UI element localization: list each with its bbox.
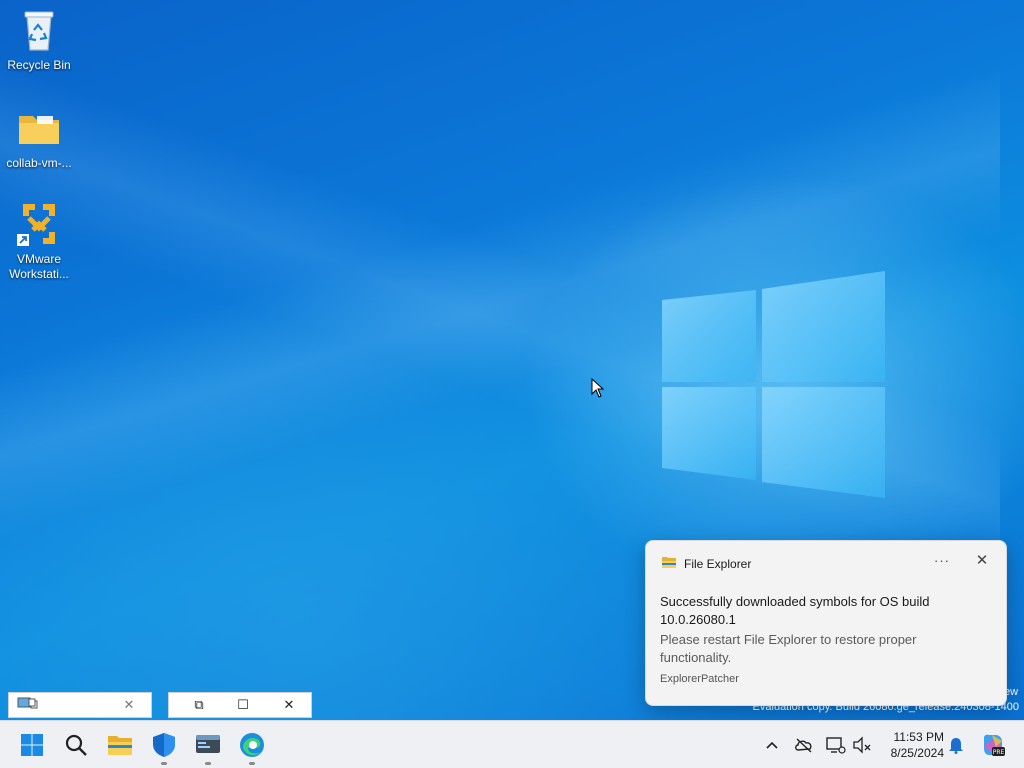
desktop-icon-recycle-bin[interactable]: Recycle Bin (1, 6, 77, 73)
edge-icon (240, 733, 264, 757)
clock-time: 11:53 PM (893, 730, 944, 744)
desktop-wallpaper: Recycle Bin collab-vm-... VMware Worksta… (0, 0, 1024, 720)
close-window-button[interactable]: ✕ (279, 696, 299, 714)
show-hidden-icons-chevron-icon[interactable] (762, 735, 782, 755)
taskbar-windows-security[interactable] (148, 729, 180, 765)
restore-window-button[interactable]: ⧉ (189, 696, 209, 714)
search-icon (65, 734, 87, 756)
close-notification-button[interactable]: ✕ (974, 553, 990, 569)
desktop-icon-label-line1: VMware (16, 252, 61, 266)
notification-title: Successfully downloaded symbols for OS b… (660, 594, 930, 627)
taskbar: 11:53 PM 8/25/2024 PRE (0, 720, 1024, 768)
start-button[interactable] (16, 729, 48, 761)
folder-icon (15, 104, 63, 152)
notification-body: Please restart File Explorer to restore … (660, 632, 917, 665)
display-icon[interactable] (826, 735, 846, 755)
running-indicator (161, 762, 167, 765)
desktop-icon-label: Recycle Bin (7, 58, 71, 72)
minimized-window-1[interactable]: ✕ (8, 692, 152, 718)
shield-icon (153, 733, 175, 757)
notification-header: File Explorer (662, 556, 751, 571)
volume-icon[interactable] (852, 735, 872, 755)
close-window-button[interactable]: ✕ (119, 696, 139, 714)
network-disconnected-icon[interactable] (794, 735, 814, 755)
notification-toast[interactable]: File Explorer ··· ✕ Successfully downloa… (645, 540, 1007, 706)
taskbar-clock[interactable]: 11:53 PM 8/25/2024 (878, 729, 944, 761)
notification-bell-icon[interactable] (946, 735, 966, 755)
taskbar-file-explorer[interactable] (104, 729, 136, 761)
running-indicator (205, 762, 211, 765)
svg-text:PRE: PRE (993, 749, 1005, 756)
desktop-icon-label: collab-vm-... (6, 156, 72, 170)
running-indicator (249, 762, 255, 765)
taskbar-terminal-app[interactable] (192, 729, 224, 765)
copilot-icon[interactable]: PRE (980, 732, 1006, 758)
desktop-icon-collab-vm-folder[interactable]: collab-vm-... (1, 104, 77, 171)
folder-icon (108, 736, 132, 755)
windows-start-icon (21, 734, 43, 756)
mouse-cursor-icon (591, 378, 605, 398)
app-window-icon (17, 696, 38, 714)
vmware-workstation-icon (15, 200, 63, 248)
taskbar-edge-browser[interactable] (236, 729, 268, 765)
maximize-window-button[interactable]: ☐ (233, 696, 253, 714)
clock-date: 8/25/2024 (890, 746, 944, 760)
file-explorer-icon (662, 556, 676, 571)
terminal-icon (196, 735, 220, 753)
notification-app-name: File Explorer (684, 556, 752, 571)
desktop-icon-label-line2: Workstati... (9, 267, 69, 281)
desktop-icon-vmware-workstation[interactable]: VMware Workstati... (1, 200, 77, 282)
recycle-bin-icon (15, 6, 63, 54)
notification-source: ExplorerPatcher (660, 673, 739, 685)
search-button[interactable] (60, 729, 92, 761)
windows-logo-wallpaper (662, 271, 885, 498)
more-options-button[interactable]: ··· (934, 553, 950, 568)
minimized-window-2[interactable]: ⧉ ☐ ✕ (168, 692, 312, 718)
